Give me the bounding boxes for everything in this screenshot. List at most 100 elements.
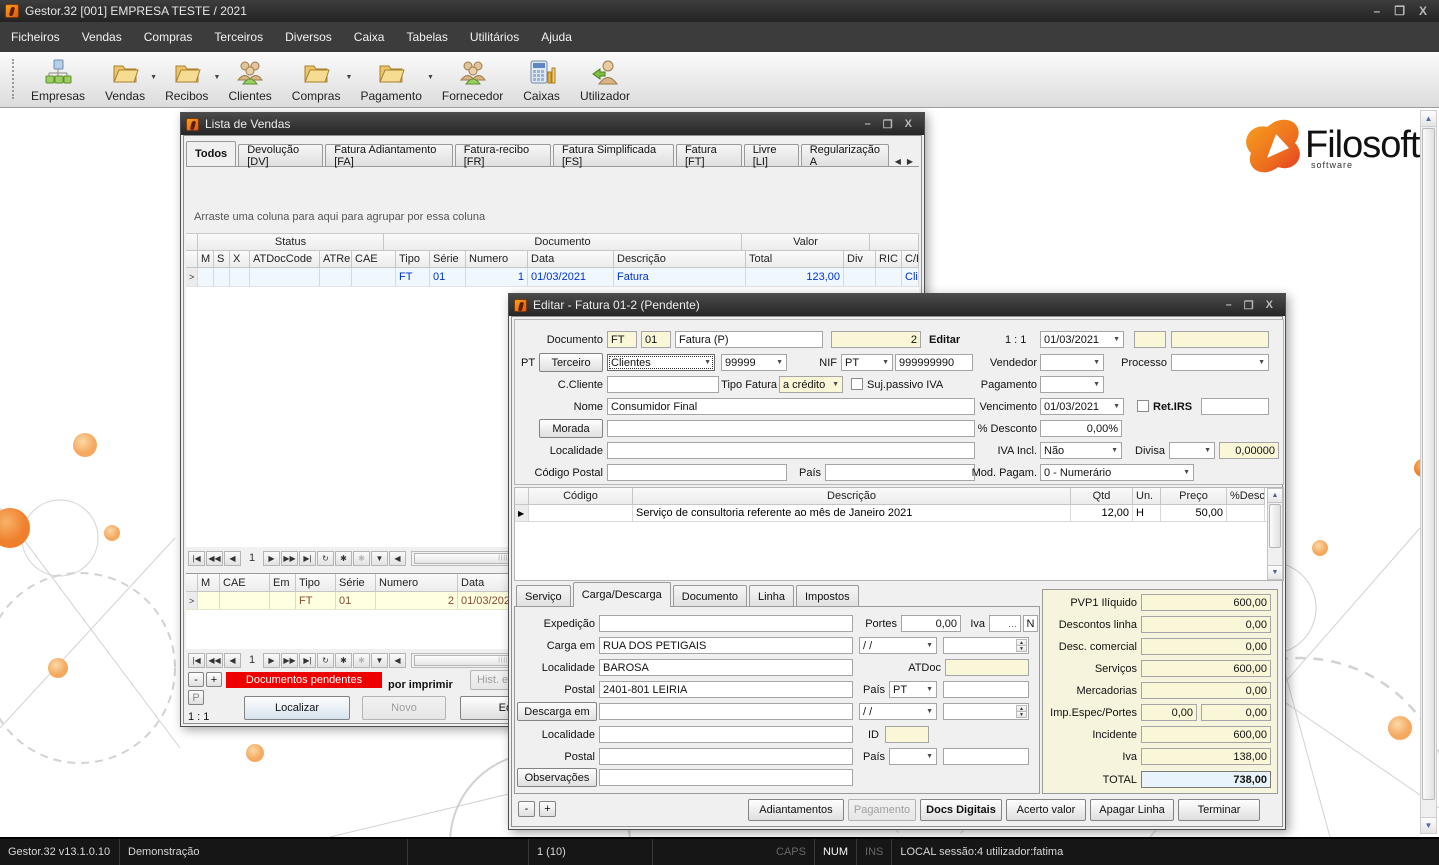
linhas-grid-row[interactable]: ▶ Serviço de consultoria referente ao mê…	[515, 505, 1283, 522]
col-un[interactable]: Un.	[1133, 488, 1161, 505]
divisa-combo[interactable]: ▼	[1169, 442, 1215, 459]
nav-first-icon[interactable]: |◀	[188, 653, 205, 668]
nav-edit-icon[interactable]: ✱	[353, 653, 370, 668]
tab-todos[interactable]: Todos	[186, 141, 236, 166]
nav-edit-icon[interactable]: ✱	[353, 551, 370, 566]
desconto-field[interactable]: 0,00%	[1040, 420, 1122, 437]
vendas-grid-row[interactable]: > FT 01 1 01/03/2021 Fatura 123,00 Clie	[186, 268, 919, 287]
vendedor-combo[interactable]: ▼	[1040, 354, 1104, 371]
nome-field[interactable]: Consumidor Final	[607, 398, 975, 415]
col-total[interactable]: Total	[746, 251, 844, 268]
lista-titlebar[interactable]: Lista de Vendas – ❐ X	[181, 113, 924, 135]
nav-first-icon[interactable]: |◀	[188, 551, 205, 566]
terceiro-button[interactable]: Terceiro	[539, 353, 603, 372]
doc-serie-field[interactable]: 01	[641, 331, 671, 348]
menu-caixa[interactable]: Caixa	[343, 22, 396, 52]
tab-regularizacao[interactable]: Regularização A	[801, 144, 889, 166]
nav-filter-icon[interactable]: ▼	[371, 551, 388, 566]
p-button[interactable]: P	[188, 690, 204, 705]
tab-documento[interactable]: Documento	[673, 585, 747, 607]
tab-fatura-simplificada[interactable]: Fatura Simplificada [FS]	[553, 144, 674, 166]
descarga-hora-spinner[interactable]: ▲ ▼	[943, 703, 1029, 720]
col-codigo[interactable]: Código	[529, 488, 633, 505]
tab-fatura[interactable]: Fatura [FT]	[676, 144, 742, 166]
group-header-status[interactable]: Status	[198, 234, 384, 251]
col-tipo[interactable]: Tipo	[396, 251, 430, 268]
toolbar-fornecedor-button[interactable]: Fornecedor	[432, 52, 513, 105]
col-cae[interactable]: CAE	[220, 574, 270, 592]
pagamento-button[interactable]: Pagamento	[848, 799, 916, 821]
nav-prior-icon[interactable]: ◀	[224, 551, 241, 566]
nav-prior-page-icon[interactable]: ◀◀	[206, 653, 223, 668]
tab-servico[interactable]: Serviço	[516, 585, 571, 607]
carga-postal-field[interactable]: 2401-801 LEIRIA	[599, 681, 853, 698]
nav-refresh-icon[interactable]: ↻	[317, 653, 334, 668]
pagamento-combo[interactable]: ▼	[1040, 376, 1104, 393]
ccliente-field[interactable]	[607, 376, 719, 393]
carga-em-field[interactable]: RUA DOS PETIGAIS	[599, 637, 853, 654]
docs-digitais-button[interactable]: Docs Digitais	[920, 799, 1002, 821]
id-field[interactable]	[885, 726, 929, 743]
toolbar-utilizador-button[interactable]: Utilizador	[570, 52, 640, 105]
col-numero[interactable]: Numero	[376, 574, 458, 592]
col-data[interactable]: Data	[528, 251, 614, 268]
restore-button[interactable]: ❐	[1244, 299, 1254, 312]
close-button[interactable]: X	[1266, 299, 1273, 312]
atdoc-field[interactable]	[945, 659, 1029, 676]
portes-field[interactable]: 0,00	[901, 615, 961, 632]
suj-passivo-checkbox[interactable]	[851, 378, 863, 390]
scroll-down-icon[interactable]: ▼	[1268, 565, 1282, 579]
terceiro-tipo-combo[interactable]: Clientes▼	[607, 354, 715, 371]
descarga-localidade-field[interactable]	[599, 726, 853, 743]
nav-next-page-icon[interactable]: ▶▶	[281, 551, 298, 566]
group-by-panel[interactable]: Arraste uma coluna para aqui para agrupa…	[186, 200, 919, 234]
scroll-up-icon[interactable]: ▲	[1268, 489, 1282, 503]
vencimento-combo[interactable]: 01/03/2021▼	[1040, 398, 1124, 415]
col-m[interactable]: M	[198, 251, 214, 268]
col-m[interactable]: M	[198, 574, 220, 592]
novo-button[interactable]: Novo	[362, 696, 446, 720]
tab-scroll-right-icon[interactable]: ▶	[905, 157, 919, 166]
scroll-up-icon[interactable]: ▲	[1421, 111, 1436, 127]
tab-livre[interactable]: Livre [LI]	[744, 144, 799, 166]
col-pdesc[interactable]: %Desc	[1227, 488, 1265, 505]
col-numero[interactable]: Numero	[466, 251, 528, 268]
carga-localidade-field[interactable]: BAROSA	[599, 659, 853, 676]
carga-pais-combo[interactable]: PT▼	[889, 681, 937, 698]
linhas-grid-scrollbar[interactable]: ▲ ▼	[1267, 488, 1283, 580]
doc-nome-field[interactable]: Fatura (P)	[675, 331, 823, 348]
iva-field[interactable]: …	[989, 615, 1021, 632]
scrollbar-thumb[interactable]	[1269, 504, 1281, 548]
col-descricao[interactable]: Descrição	[633, 488, 1071, 505]
col-serie[interactable]: Série	[430, 251, 466, 268]
group-header-valor[interactable]: Valor	[742, 234, 870, 251]
doc-tipo-field[interactable]: FT	[607, 331, 637, 348]
editar-titlebar[interactable]: Editar - Fatura 01-2 (Pendente) – ❐ X	[509, 294, 1285, 316]
minimize-button[interactable]: –	[1374, 4, 1381, 18]
nav-filter-icon[interactable]: ▼	[371, 653, 388, 668]
nif-pais-combo[interactable]: PT▼	[841, 354, 893, 371]
terminar-button[interactable]: Terminar	[1178, 799, 1260, 821]
localizar-button[interactable]: Localizar	[244, 696, 350, 720]
nav-last-icon[interactable]: ▶|	[299, 653, 316, 668]
toolbar-pagamento-button[interactable]: ▼ Pagamento	[350, 52, 431, 105]
tipo-fatura-combo[interactable]: a crédito▼	[779, 376, 843, 393]
ret-irs-field[interactable]	[1201, 398, 1269, 415]
nav-refresh-icon[interactable]: ↻	[317, 551, 334, 566]
ret-irs-checkbox[interactable]	[1137, 400, 1149, 412]
nav-last-icon[interactable]: ▶|	[299, 551, 316, 566]
col-serie[interactable]: Série	[336, 574, 376, 592]
col-x[interactable]: X	[230, 251, 250, 268]
carga-pais-extra-field[interactable]	[943, 681, 1029, 698]
descarga-postal-field[interactable]	[599, 748, 853, 765]
doc-numero-field[interactable]: 2	[831, 331, 921, 348]
linha-remove-button[interactable]: -	[518, 801, 535, 817]
linha-add-button[interactable]: +	[539, 801, 556, 817]
menu-diversos[interactable]: Diversos	[274, 22, 343, 52]
toolbar-vendas-button[interactable]: ▼ Vendas	[95, 52, 155, 105]
toolbar-caixas-button[interactable]: Caixas	[513, 52, 570, 105]
tab-fatura-adiantamento[interactable]: Fatura Adiantamento [FA]	[325, 144, 452, 166]
col-cf[interactable]: C/F	[902, 251, 919, 268]
menu-ficheiros[interactable]: Ficheiros	[0, 22, 71, 52]
menu-tabelas[interactable]: Tabelas	[395, 22, 458, 52]
